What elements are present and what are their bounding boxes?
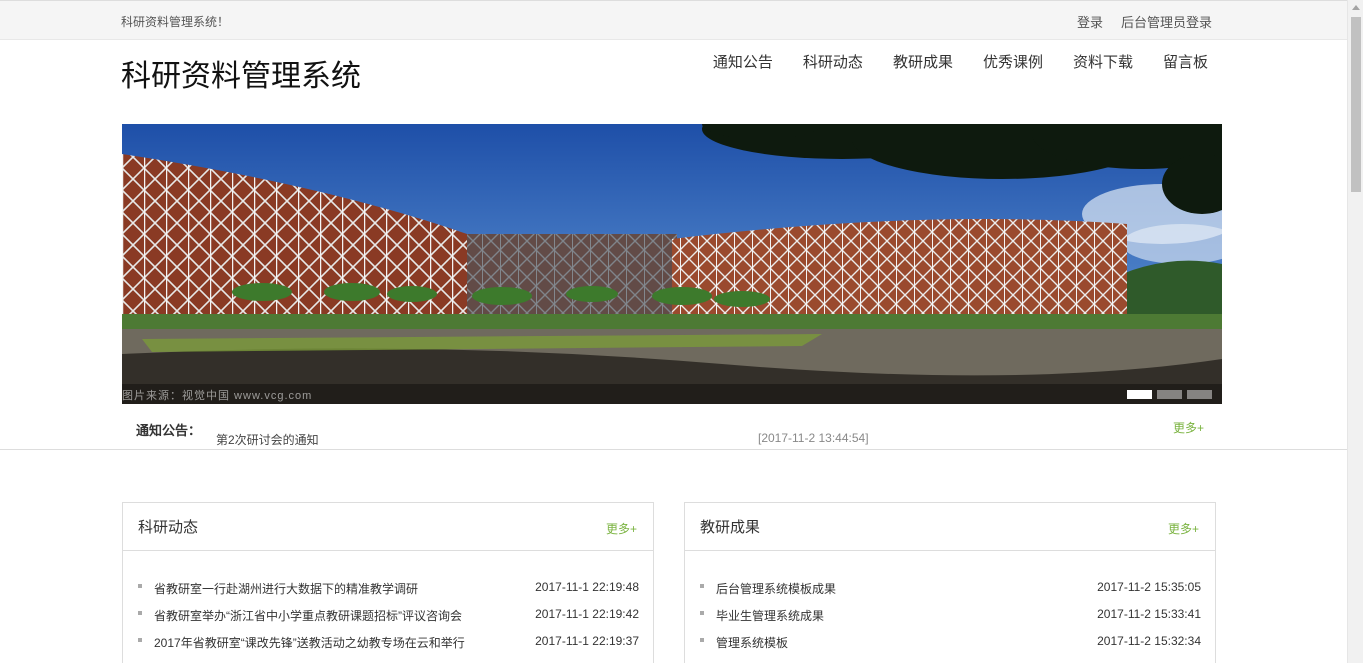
achievements-list: 后台管理系统模板成果 2017-11-2 15:35:05 毕业生管理系统成果 … [700,580,1201,661]
slider-dot-2[interactable] [1157,390,1182,399]
notice-more-link[interactable]: 更多+ [1173,419,1204,436]
banner-image [122,124,1222,404]
bullet-icon [138,611,142,615]
top-links: 登录 后台管理员登录 [1077,12,1212,31]
list-item-date: 2017-11-1 22:19:42 [535,607,639,621]
main-nav: 通知公告 科研动态 教研成果 优秀课例 资料下载 留言板 [713,51,1208,72]
list-item-title[interactable]: 管理系统模板 [716,634,788,651]
research-news-list: 省教研室一行赴湖州进行大数据下的精准教学调研 2017-11-1 22:19:4… [138,580,639,661]
scroll-up-arrow-icon[interactable] [1352,5,1360,10]
slider-dot-3[interactable] [1187,390,1212,399]
nav-item-lessons[interactable]: 优秀课例 [983,51,1043,72]
site-header: 科研资料管理系统 通知公告 科研动态 教研成果 优秀课例 资料下载 留言板 [0,40,1347,124]
panel-title: 科研动态 [138,519,199,536]
list-item: 省教研室举办“浙江省中小学重点教研课题招标”评议咨询会 2017-11-1 22… [138,607,639,634]
nav-item-achievements[interactable]: 教研成果 [893,51,953,72]
achievements-more-link[interactable]: 更多+ [1168,520,1199,537]
nav-item-downloads[interactable]: 资料下载 [1073,51,1133,72]
list-item: 管理系统模板 2017-11-2 15:32:34 [700,634,1201,661]
banner-slider[interactable]: 图片来源：视觉中国 www.vcg.com [122,124,1222,404]
top-bar: 科研资料管理系统！ 登录 后台管理员登录 [0,0,1347,40]
list-item-date: 2017-11-2 15:32:34 [1097,634,1201,648]
image-credit-bar: 图片来源：视觉中国 www.vcg.com [122,384,1222,404]
research-news-panel: 科研动态 更多+ 省教研室一行赴湖州进行大数据下的精准教学调研 2017-11-… [122,502,654,663]
list-item-title[interactable]: 后台管理系统模板成果 [716,580,836,597]
list-item-date: 2017-11-1 22:19:48 [535,580,639,594]
slider-dot-1[interactable] [1127,390,1152,399]
research-news-more-link[interactable]: 更多+ [606,520,637,537]
panel-title: 教研成果 [700,519,761,536]
list-item-title[interactable]: 省教研室举办“浙江省中小学重点教研课题招标”评议咨询会 [154,607,462,624]
achievements-panel: 教研成果 更多+ 后台管理系统模板成果 2017-11-2 15:35:05 毕… [684,502,1216,663]
admin-login-link[interactable]: 后台管理员登录 [1121,12,1212,31]
notice-item[interactable]: 第2次研讨会的通知 [216,431,319,448]
nav-item-research-news[interactable]: 科研动态 [803,51,863,72]
image-credit: 图片来源：视觉中国 www.vcg.com [122,390,313,402]
list-item-date: 2017-11-2 15:33:41 [1097,607,1201,621]
scrollbar-thumb[interactable] [1351,17,1361,192]
list-item: 后台管理系统模板成果 2017-11-2 15:35:05 [700,580,1201,607]
list-item-title[interactable]: 2017年省教研室“课改先锋”送教活动之幼教专场在云和举行 [154,634,465,651]
slider-dots [1127,390,1212,399]
list-item: 省教研室一行赴湖州进行大数据下的精准教学调研 2017-11-1 22:19:4… [138,580,639,607]
list-item-title[interactable]: 省教研室一行赴湖州进行大数据下的精准教学调研 [154,580,418,597]
login-link[interactable]: 登录 [1077,12,1103,31]
bullet-icon [700,584,704,588]
list-item-date: 2017-11-1 22:19:37 [535,634,639,648]
list-item-date: 2017-11-2 15:35:05 [1097,580,1201,594]
panel-divider [685,550,1215,551]
bullet-icon [700,611,704,615]
notice-bar: 通知公告： 第2次研讨会的通知 [2017-11-2 13:44:54] 更多+ [0,404,1347,450]
list-item: 毕业生管理系统成果 2017-11-2 15:33:41 [700,607,1201,634]
list-item: 2017年省教研室“课改先锋”送教活动之幼教专场在云和举行 2017-11-1 … [138,634,639,661]
bullet-icon [700,638,704,642]
welcome-text: 科研资料管理系统！ [121,15,230,29]
notice-label: 通知公告： [136,423,202,438]
bullet-icon [138,584,142,588]
notice-time: [2017-11-2 13:44:54] [758,431,869,445]
nav-item-notices[interactable]: 通知公告 [713,51,773,72]
list-item-title[interactable]: 毕业生管理系统成果 [716,607,824,624]
panel-divider [123,550,653,551]
bullet-icon [138,638,142,642]
nav-item-guestbook[interactable]: 留言板 [1163,51,1208,72]
site-title[interactable]: 科研资料管理系统 [121,51,361,95]
vertical-scrollbar[interactable] [1347,0,1363,663]
